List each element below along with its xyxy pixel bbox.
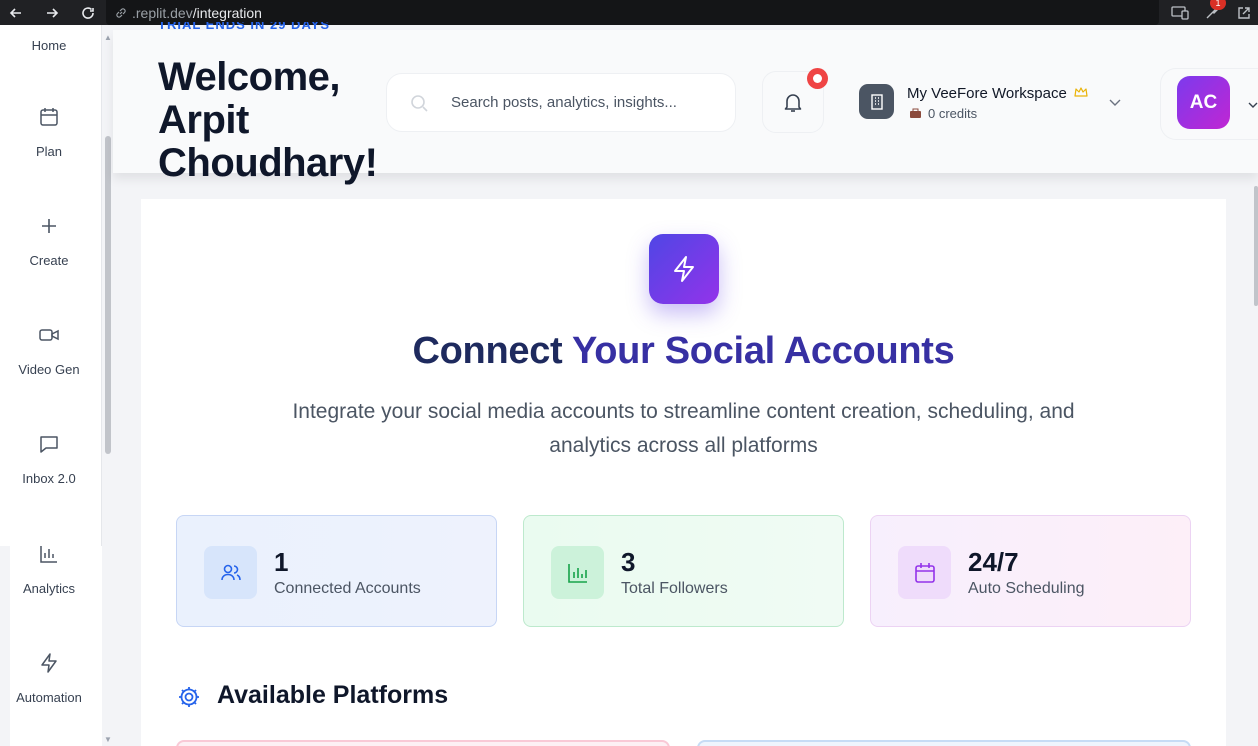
- platform-card[interactable]: [697, 740, 1191, 746]
- platform-card[interactable]: [176, 740, 670, 746]
- sidebar-item-label: Automation: [16, 690, 82, 705]
- gear-icon: [176, 684, 202, 715]
- stat-label: Auto Scheduling: [968, 580, 1085, 597]
- sidebar-item-label: Analytics: [22, 581, 76, 596]
- stat-icon-box: [204, 546, 257, 599]
- message-icon: [40, 436, 58, 453]
- url-host: .replit.dev: [132, 4, 193, 21]
- scroll-down-arrow[interactable]: ▼: [104, 736, 112, 744]
- workspace-name: My VeeFore Workspace: [907, 85, 1067, 102]
- crown-icon: [1074, 87, 1088, 97]
- bar-chart-icon: [567, 563, 587, 583]
- plus-icon: [42, 219, 56, 233]
- welcome-heading: Welcome, Arpit Choudhary!: [158, 55, 378, 185]
- sidebar-item-label: Inbox 2.0: [22, 471, 76, 486]
- sidebar-item-inbox[interactable]: Inbox 2.0: [0, 433, 98, 486]
- title-part-connect: Connect: [412, 330, 563, 372]
- sidebar-scroll-thumb[interactable]: [105, 136, 111, 454]
- briefcase-icon: [910, 108, 921, 118]
- trial-banner: TRIAL ENDS IN 29 DAYS: [158, 22, 330, 32]
- page-scroll-thumb[interactable]: [1254, 186, 1258, 306]
- stat-icon-box: [898, 546, 951, 599]
- stat-card-auto-scheduling: 24/7 Auto Scheduling: [870, 515, 1191, 627]
- stat-label: Connected Accounts: [274, 580, 421, 597]
- stat-value: 24/7: [968, 547, 1019, 577]
- title-part-social: Your Social Accounts: [571, 330, 955, 372]
- calendar-icon: [40, 108, 58, 126]
- search-input[interactable]: [451, 94, 721, 111]
- notification-indicator: [807, 68, 828, 89]
- back-icon[interactable]: [4, 0, 28, 25]
- avatar[interactable]: AC: [1177, 76, 1230, 129]
- stat-value: 1: [274, 547, 289, 577]
- sidebar-item-analytics[interactable]: Analytics: [0, 543, 98, 596]
- link-icon: [116, 7, 126, 18]
- sidebar-item-label: Create: [29, 253, 69, 268]
- page-subtitle: Integrate your social media accounts to …: [292, 400, 1075, 457]
- sidebar-item-create[interactable]: Create: [0, 215, 98, 268]
- lightning-icon: [674, 256, 694, 282]
- scroll-up-arrow[interactable]: ▲: [104, 34, 112, 42]
- stat-value: 3: [621, 547, 636, 577]
- bar-chart-icon: [40, 546, 57, 563]
- users-icon: [220, 564, 241, 580]
- url-text: .replit.dev/integration: [132, 5, 262, 21]
- search-bar[interactable]: [386, 73, 736, 132]
- hero-badge: [649, 234, 719, 304]
- sidebar-item-label: Video Gen: [18, 362, 80, 377]
- calendar-icon: [914, 562, 935, 583]
- lightning-icon: [41, 653, 57, 673]
- credits-count: 0 credits: [928, 106, 978, 121]
- workspace-chevron-down-icon[interactable]: [1108, 94, 1122, 112]
- workspace-switcher[interactable]: My VeeFore Workspace: [907, 85, 1088, 102]
- stat-icon-box: [551, 546, 604, 599]
- stat-card-connected-accounts: 1 Connected Accounts: [176, 515, 497, 627]
- sidebar-item-plan[interactable]: Plan: [0, 106, 98, 159]
- sidebar-item-automation[interactable]: Automation: [0, 652, 98, 705]
- section-title-platforms: Available Platforms: [217, 681, 449, 709]
- reload-icon[interactable]: [76, 0, 100, 25]
- sidebar-item-label: Home: [31, 38, 67, 53]
- workspace-icon[interactable]: [859, 84, 894, 119]
- stat-card-total-followers: 3 Total Followers: [523, 515, 844, 627]
- search-icon: [411, 94, 428, 112]
- sidebar-item-home[interactable]: Home: [0, 32, 98, 53]
- url-path: /integration: [192, 4, 262, 21]
- page-title: Connect Your Social Accounts: [141, 330, 1226, 373]
- open-external-icon[interactable]: [1232, 0, 1256, 25]
- profile-chevron-down-icon[interactable]: [1248, 97, 1258, 115]
- sidebar-item-video-gen[interactable]: Video Gen: [0, 324, 98, 377]
- credits-info: 0 credits: [909, 106, 977, 121]
- stat-label: Total Followers: [621, 580, 728, 597]
- video-icon: [39, 329, 59, 341]
- sidebar-item-label: Plan: [35, 144, 63, 159]
- cast-icon[interactable]: [1168, 0, 1192, 25]
- forward-icon[interactable]: [40, 0, 64, 25]
- bell-icon: [784, 94, 802, 112]
- building-icon: [870, 93, 883, 110]
